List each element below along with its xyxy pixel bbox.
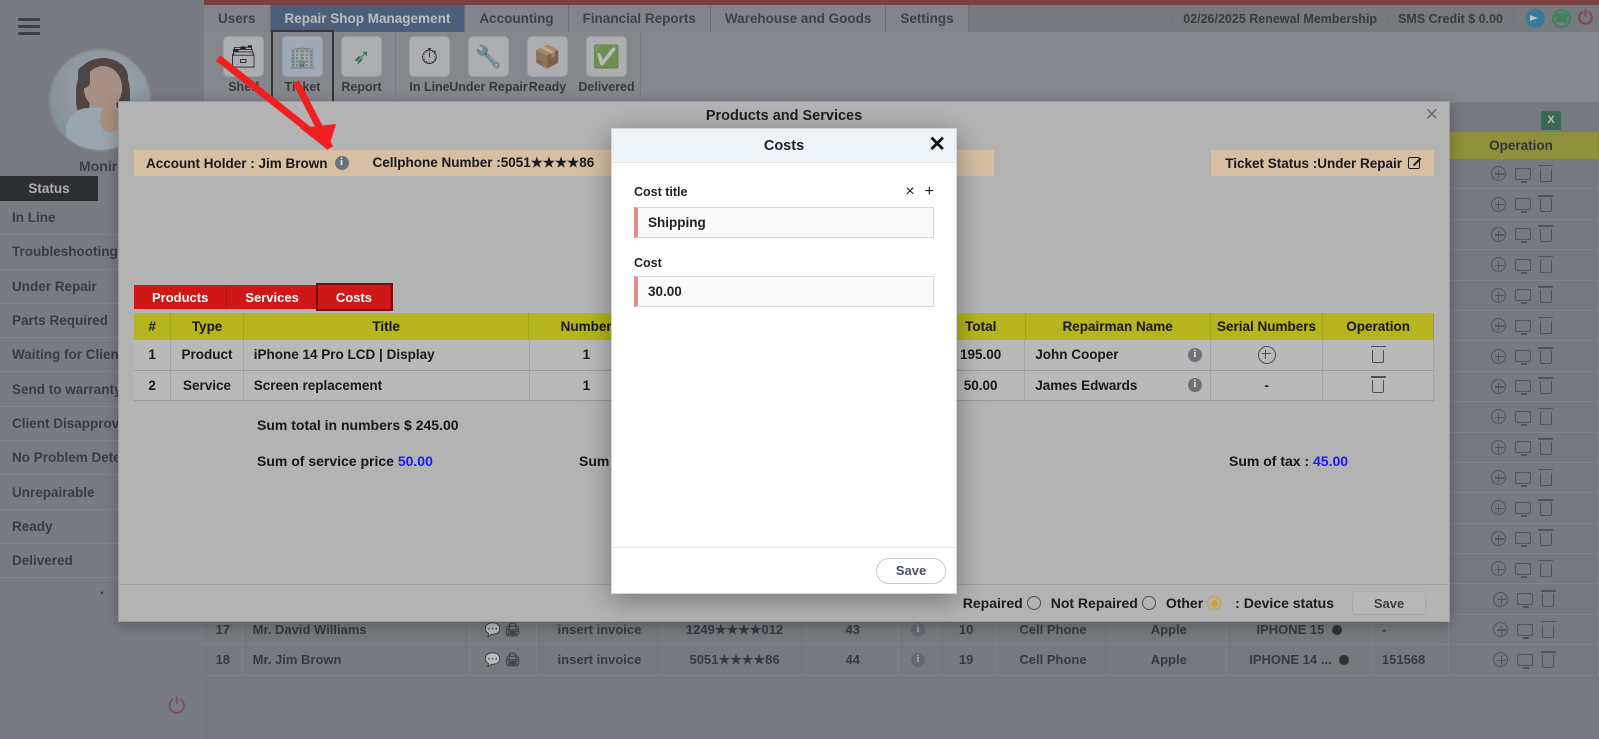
panel-tab-strip[interactable]: Products Services Costs	[134, 283, 393, 311]
th-repairman: Repairman Name	[1026, 313, 1211, 340]
account-holder-segment: Account Holder : Jim Brown i	[134, 156, 361, 171]
ticket-status-label: Ticket Status :Under Repair	[1225, 155, 1402, 171]
cost-title-input[interactable]: Shipping	[634, 207, 934, 238]
panel-save-button[interactable]: Save	[1352, 591, 1426, 615]
info-icon[interactable]: i	[1187, 347, 1202, 362]
info-icon[interactable]: i	[1187, 378, 1202, 393]
line-number-cell: 1	[134, 340, 172, 370]
add-serial-icon[interactable]	[1257, 345, 1276, 364]
line-type-cell: Product	[171, 340, 244, 370]
account-holder-label: Account Holder : Jim Brown	[146, 155, 328, 171]
device-status-label: : Device status	[1235, 595, 1334, 611]
line-serial-numbers-cell[interactable]: -	[1211, 370, 1324, 400]
cost-title-label: Cost title	[634, 185, 688, 199]
tab-costs[interactable]: Costs	[315, 283, 393, 311]
cellphone-number-label: Cellphone Number :5051★★★★86	[372, 155, 595, 170]
th-serial-numbers: Serial Numbers	[1211, 313, 1324, 340]
external-link-icon	[1408, 157, 1420, 169]
sum-tax: Sum of tax : 45.00	[1229, 453, 1348, 469]
costs-modal-header: Costs ✕	[612, 129, 956, 163]
sum-tax-label: Sum of tax :	[1229, 453, 1310, 469]
costs-modal-footer: Save	[612, 547, 956, 593]
delete-icon[interactable]	[1370, 376, 1386, 394]
info-icon[interactable]: i	[334, 156, 349, 170]
remove-cost-icon[interactable]: ×	[905, 183, 914, 201]
tab-products[interactable]: Products	[134, 285, 228, 309]
th-type: Type	[171, 313, 244, 340]
radio-label-repaired: Repaired	[962, 595, 1023, 611]
sum-service-price: Sum of service price 50.00	[257, 453, 433, 469]
line-title-cell: iPhone 14 Pro LCD | Display	[244, 340, 530, 370]
line-repairman-cell: James Edwards i	[1025, 370, 1211, 400]
ticket-status-badge[interactable]: Ticket Status :Under Repair	[1211, 150, 1434, 176]
close-icon[interactable]: ✕	[1425, 105, 1439, 125]
radio-not-repaired[interactable]	[1141, 596, 1156, 610]
sum-service-label: Sum of service price	[257, 453, 394, 469]
sum-total-label: Sum total in numbers $ 245.00	[257, 417, 459, 433]
costs-save-button[interactable]: Save	[876, 557, 946, 584]
line-operation-cell[interactable]	[1323, 370, 1435, 400]
costs-modal-title: Costs	[763, 137, 805, 154]
line-operation-cell[interactable]	[1323, 340, 1435, 370]
line-serial-value: -	[1264, 377, 1269, 393]
sum-service-value: 50.00	[397, 453, 433, 469]
cost-title-row: Cost title × +	[634, 183, 934, 201]
sum-tax-value: 45.00	[1313, 453, 1349, 469]
app-root: Users Repair Shop Management Accounting …	[0, 0, 1599, 739]
delete-icon[interactable]	[1370, 345, 1386, 363]
th-title: Title	[244, 313, 530, 340]
cost-label: Cost	[634, 256, 662, 270]
radio-label-not-repaired: Not Repaired	[1050, 595, 1138, 611]
line-title-cell: Screen replacement	[244, 370, 530, 400]
tab-services[interactable]: Services	[227, 285, 318, 309]
cost-amount-row: Cost	[634, 256, 934, 270]
line-number-cell: 2	[134, 370, 172, 400]
close-icon[interactable]: ✕	[928, 132, 946, 158]
line-type-cell: Service	[171, 370, 244, 400]
radio-other[interactable]	[1207, 596, 1222, 610]
cost-amount-input[interactable]: 30.00	[634, 276, 934, 307]
th-operation: Operation	[1323, 313, 1434, 340]
th-num: #	[134, 313, 172, 340]
line-serial-numbers-cell[interactable]	[1211, 340, 1324, 370]
panel-title: Products and Services	[705, 108, 863, 124]
costs-modal: Costs ✕ Cost title × + Shipping Cost 30.…	[611, 128, 957, 594]
radio-label-other: Other	[1165, 595, 1204, 611]
add-cost-icon[interactable]: +	[925, 183, 934, 201]
radio-repaired[interactable]	[1026, 596, 1041, 610]
costs-modal-body: Cost title × + Shipping Cost 30.00	[612, 163, 956, 547]
cost-row-actions[interactable]: × +	[905, 183, 934, 201]
line-repairman-cell: John Cooper i	[1025, 340, 1211, 370]
device-status-radio-group[interactable]: Repaired Not Repaired Other : Device sta…	[963, 595, 1334, 611]
